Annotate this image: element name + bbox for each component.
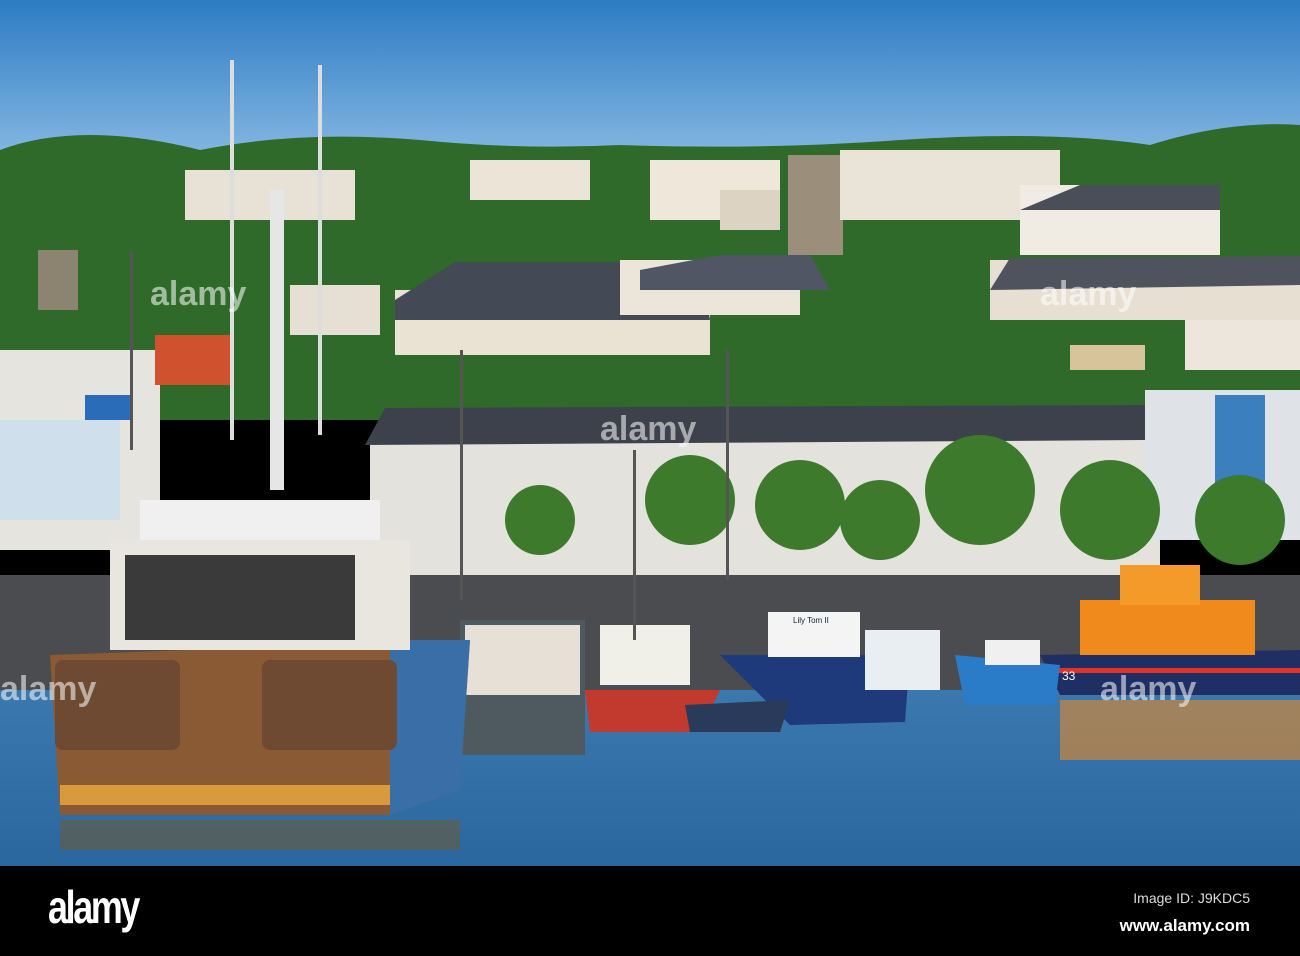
svg-text:alamy: alamy xyxy=(0,670,96,708)
lifeboat-number: 33 xyxy=(1062,669,1076,683)
svg-text:alamy: alamy xyxy=(1040,275,1136,313)
svg-text:alamy: alamy xyxy=(150,275,246,313)
alamy-logo[interactable]: alamy xyxy=(48,880,140,934)
boat-name: Lily Tom II xyxy=(793,616,829,625)
svg-text:alamy: alamy xyxy=(600,410,696,448)
image-id: Image ID: J9KDC5 xyxy=(1133,890,1250,906)
harbour-photo: 33 Lily Tom II alamy alamy alamy alamy a… xyxy=(0,0,1300,866)
site-url[interactable]: www.alamy.com xyxy=(1120,916,1250,936)
svg-text:alamy: alamy xyxy=(1100,670,1196,708)
footer-bar: alamy Image ID: J9KDC5 www.alamy.com xyxy=(0,866,1300,956)
small-dinghy xyxy=(685,700,790,732)
stock-photo: 33 Lily Tom II alamy alamy alamy alamy a… xyxy=(0,0,1300,956)
rusty-boat xyxy=(460,620,585,755)
